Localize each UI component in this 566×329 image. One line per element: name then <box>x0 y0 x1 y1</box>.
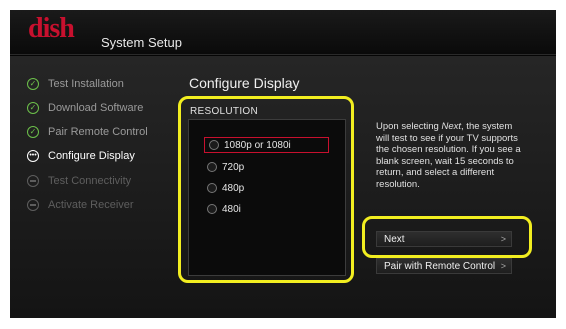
dish-logo: dish <box>28 13 75 44</box>
sidebar-item-label: Test Connectivity <box>48 175 132 187</box>
check-icon: ✓ <box>27 78 39 90</box>
info-text-prefix: Upon selecting <box>376 121 442 132</box>
header-bar <box>10 10 556 55</box>
minus-icon <box>27 199 39 211</box>
check-icon: ✓ <box>27 102 39 114</box>
sidebar-item-activate-receiver: Activate Receiver <box>27 195 134 215</box>
pair-remote-button-label: Pair with Remote Control <box>384 260 496 272</box>
sidebar-item-test-installation[interactable]: ✓ Test Installation <box>27 74 124 94</box>
info-text-emphasis: Next <box>441 121 462 132</box>
ellipsis-icon: ••• <box>27 150 39 162</box>
app-title: System Setup <box>101 35 182 50</box>
next-button-highlight <box>362 216 532 258</box>
check-icon: ✓ <box>27 126 39 138</box>
page-title: Configure Display <box>189 75 300 91</box>
resolution-highlight <box>178 96 354 283</box>
sidebar-item-label: Download Software <box>48 102 144 114</box>
sidebar-item-label: Test Installation <box>48 78 124 90</box>
pair-remote-button[interactable]: Pair with Remote Control > <box>376 258 512 274</box>
minus-icon <box>27 175 39 187</box>
sidebar-item-label: Pair Remote Control <box>48 126 148 138</box>
sidebar-item-label: Activate Receiver <box>48 199 134 211</box>
chevron-right-icon: > <box>500 261 506 271</box>
sidebar-item-configure-display[interactable]: ••• Configure Display <box>27 146 135 166</box>
sidebar-item-pair-remote-control[interactable]: ✓ Pair Remote Control <box>27 122 148 142</box>
info-text: Upon selecting Next, the system will tes… <box>376 121 526 190</box>
sidebar-item-label: Configure Display <box>48 150 135 162</box>
sidebar-item-test-connectivity: Test Connectivity <box>27 171 131 191</box>
sidebar-item-download-software[interactable]: ✓ Download Software <box>27 98 143 118</box>
